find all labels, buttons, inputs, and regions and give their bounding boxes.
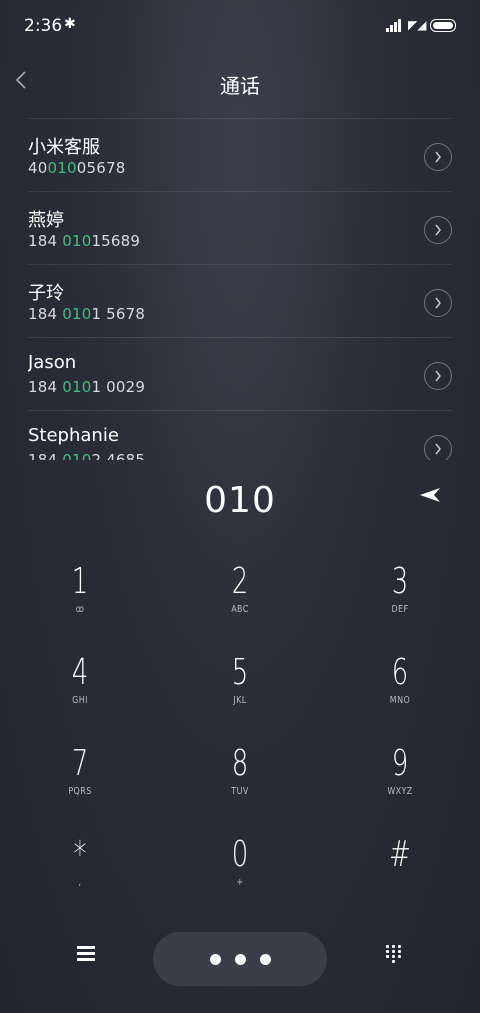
dialpad-icon[interactable] — [384, 944, 404, 964]
key-hash[interactable]: # — [320, 821, 480, 911]
signal-icon — [386, 18, 404, 32]
list-item[interactable]: 小米客服 4001005678 — [28, 118, 452, 191]
key-4[interactable]: 4 GHI — [0, 639, 160, 729]
wifi-icon: ◤◢ — [408, 18, 427, 32]
status-time: 2:36 — [24, 16, 63, 36]
contact-number: 4001005678 — [28, 159, 126, 177]
dial-input-area: 010 — [0, 460, 480, 540]
list-item[interactable]: 子玲 184 0101 5678 — [28, 264, 452, 337]
key-2[interactable]: 2 ABC — [160, 548, 320, 638]
key-3[interactable]: 3 DEF — [320, 548, 480, 638]
page-title: 通话 — [220, 74, 260, 98]
dot-icon — [259, 953, 271, 965]
keypad: 1ꝏ 2 ABC 3 DEF 4 GHI 5 JKL 6 MNO 7 PQRS 8 TUV 9… — [0, 548, 480, 914]
key-0[interactable]: 0 + — [160, 821, 320, 911]
chevron-right-icon[interactable] — [424, 289, 452, 317]
menu-icon[interactable] — [74, 942, 98, 966]
call-button[interactable] — [153, 932, 327, 986]
contact-name: 小米客服 — [28, 137, 100, 158]
key-1[interactable]: 1ꝏ — [0, 548, 160, 638]
contact-list[interactable]: 小米客服 4001005678 燕婷 184 01015689 子玲 184 0… — [28, 118, 452, 460]
contact-name: Jason — [28, 352, 77, 373]
chevron-right-icon[interactable] — [424, 362, 452, 390]
bottom-bar — [0, 920, 480, 1013]
contact-number: 184 01015689 — [28, 232, 141, 250]
key-5[interactable]: 5 JKL — [160, 639, 320, 729]
voicemail-icon: ꝏ — [75, 604, 85, 615]
contact-number: 184 0102 4685 — [28, 451, 146, 460]
contact-name: 燕婷 — [28, 210, 64, 231]
contact-name: 子玲 — [28, 283, 64, 304]
list-item[interactable]: Stephanie 184 0102 4685 — [28, 410, 452, 460]
key-8[interactable]: 8 TUV — [160, 730, 320, 820]
key-6[interactable]: 6 MNO — [320, 639, 480, 729]
dot-icon — [209, 953, 221, 965]
dialed-number[interactable]: 010 — [0, 480, 480, 521]
status-bar: 2:36 ✱ ◤◢ — [0, 0, 480, 52]
send-icon[interactable] — [418, 486, 444, 506]
key-9[interactable]: 9 WXYZ — [320, 730, 480, 820]
key-star[interactable]: *, — [0, 821, 160, 911]
list-item[interactable]: Jason 184 0101 0029 — [28, 337, 452, 410]
contact-name: Stephanie — [28, 425, 119, 446]
chevron-right-icon[interactable] — [424, 143, 452, 171]
bluetooth-icon: ✱ — [64, 16, 76, 32]
key-7[interactable]: 7 PQRS — [0, 730, 160, 820]
chevron-right-icon[interactable] — [424, 435, 452, 460]
contact-number: 184 0101 5678 — [28, 305, 146, 323]
chevron-right-icon[interactable] — [424, 216, 452, 244]
dot-icon — [234, 953, 246, 965]
battery-icon — [430, 19, 456, 32]
contact-number: 184 0101 0029 — [28, 378, 146, 396]
list-item[interactable]: 燕婷 184 01015689 — [28, 191, 452, 264]
